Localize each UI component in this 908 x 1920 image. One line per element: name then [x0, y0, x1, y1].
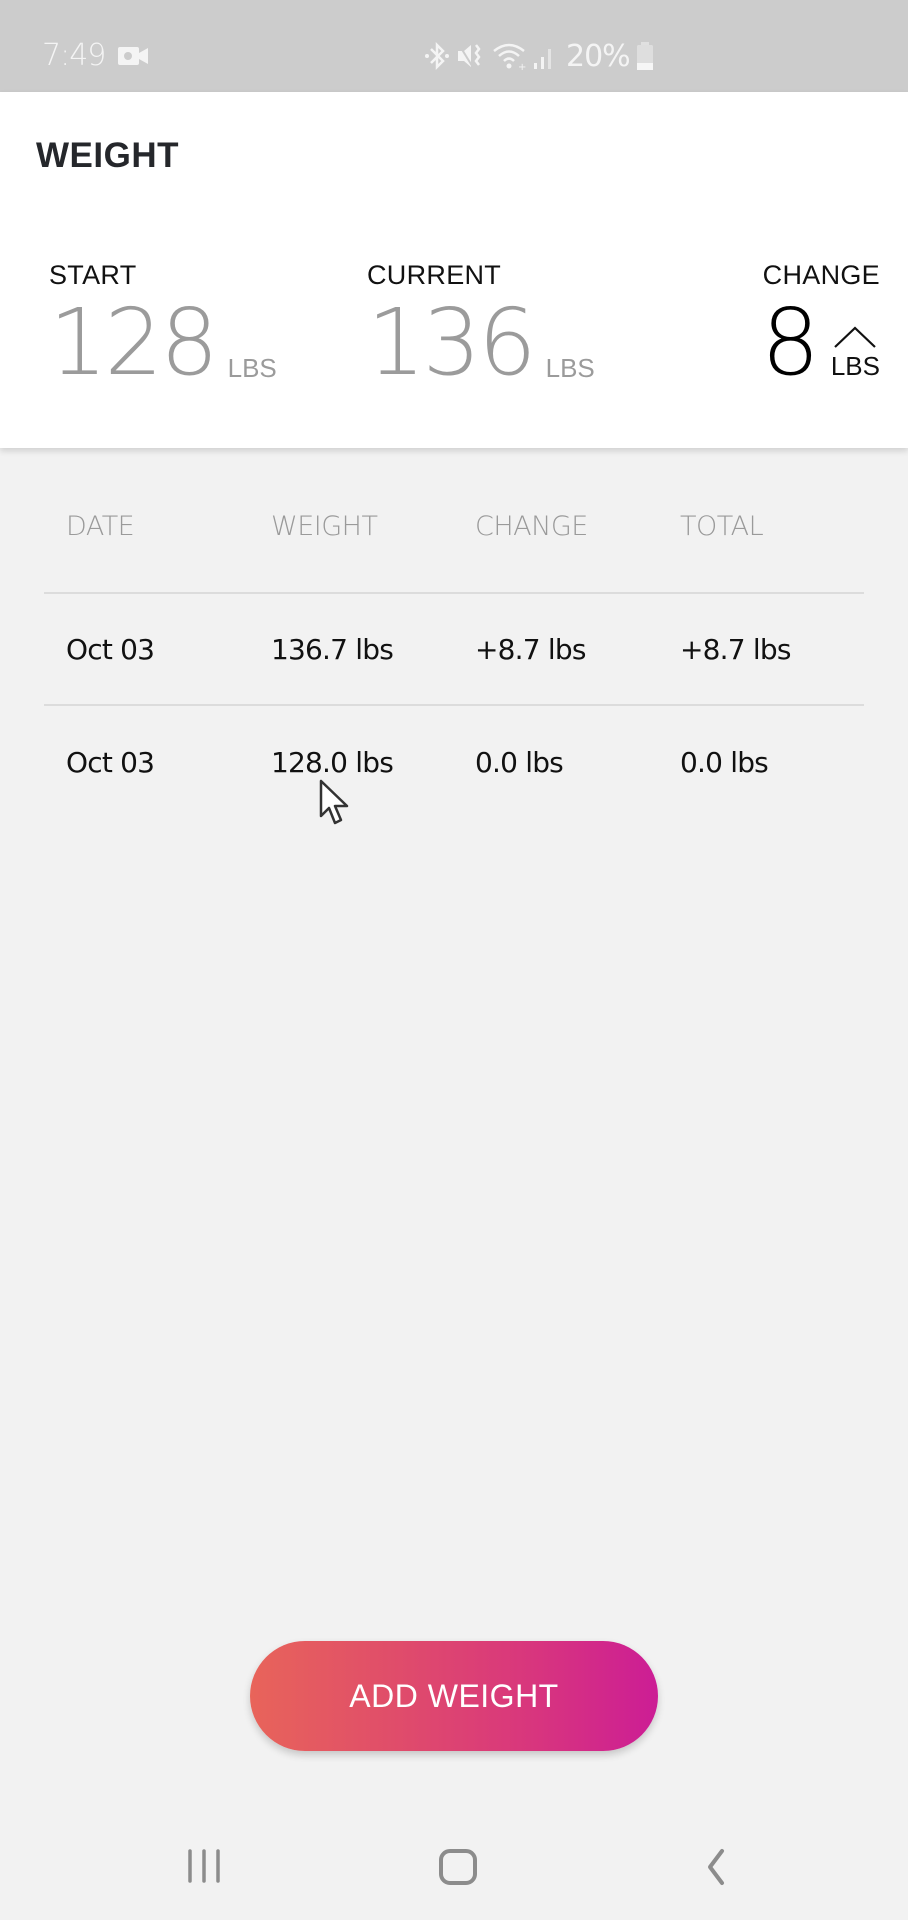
- status-time: 7:49: [42, 38, 106, 73]
- stat-current: CURRENT 136 LBS: [367, 260, 595, 396]
- row-date: Oct 03: [66, 632, 155, 666]
- row-date: Oct 03: [66, 745, 155, 779]
- table-row[interactable]: Oct 03 128.0 lbs 0.0 lbs 0.0 lbs: [44, 706, 864, 818]
- table-header: DATE WEIGHT CHANGE TOTAL: [44, 448, 864, 594]
- recent-apps-icon[interactable]: [184, 1848, 224, 1884]
- mute-vibrate-icon: [457, 42, 481, 70]
- stat-start: START 128 LBS: [49, 260, 277, 396]
- status-bar: 7:49 + 20%: [0, 0, 908, 92]
- stat-current-unit: LBS: [545, 353, 595, 383]
- row-total: +8.7 lbs: [680, 632, 791, 666]
- home-icon[interactable]: [438, 1848, 478, 1886]
- mouse-cursor-icon: [319, 779, 349, 825]
- page-title: WEIGHT: [36, 136, 179, 175]
- stat-start-label: START: [49, 260, 137, 290]
- chevron-up-icon: [834, 326, 877, 348]
- row-weight: 136.7 lbs: [271, 632, 394, 666]
- table-row[interactable]: Oct 03 136.7 lbs +8.7 lbs +8.7 lbs: [44, 594, 864, 706]
- stat-current-value: 136: [367, 289, 537, 396]
- stat-change-value: 8: [761, 289, 820, 396]
- row-weight: 128.0 lbs: [271, 745, 394, 779]
- column-header-date: DATE: [66, 510, 135, 542]
- column-header-weight: WEIGHT: [271, 510, 378, 542]
- column-header-change: CHANGE: [475, 510, 588, 542]
- bluetooth-icon: [425, 41, 449, 71]
- stat-current-label: CURRENT: [367, 260, 502, 290]
- status-icons: + 20%: [424, 36, 654, 76]
- column-header-total: TOTAL: [680, 510, 764, 542]
- row-change: +8.7 lbs: [475, 632, 586, 666]
- add-weight-button[interactable]: ADD WEIGHT: [250, 1641, 658, 1751]
- signal-icon: [534, 49, 551, 69]
- video-camera-icon: [118, 47, 148, 65]
- weight-history-table: DATE WEIGHT CHANGE TOTAL Oct 03 136.7 lb…: [44, 448, 864, 818]
- stat-change: CHANGE 8 LBS: [761, 260, 880, 396]
- stat-change-label: CHANGE: [762, 260, 880, 290]
- row-change: 0.0 lbs: [475, 745, 564, 779]
- summary-card: WEIGHT START 128 LBS CURRENT 136 LBS CHA…: [0, 92, 908, 448]
- system-navigation-bar: [0, 1810, 908, 1920]
- wifi-icon: +: [493, 43, 526, 71]
- battery-percent: 20%: [566, 38, 631, 74]
- stat-change-unit: LBS: [830, 351, 880, 381]
- stat-start-value: 128: [49, 289, 219, 396]
- svg-text:+: +: [518, 62, 526, 71]
- back-icon[interactable]: [700, 1848, 728, 1886]
- battery-icon: [636, 42, 653, 70]
- stat-start-unit: LBS: [227, 353, 277, 383]
- row-total: 0.0 lbs: [680, 745, 769, 779]
